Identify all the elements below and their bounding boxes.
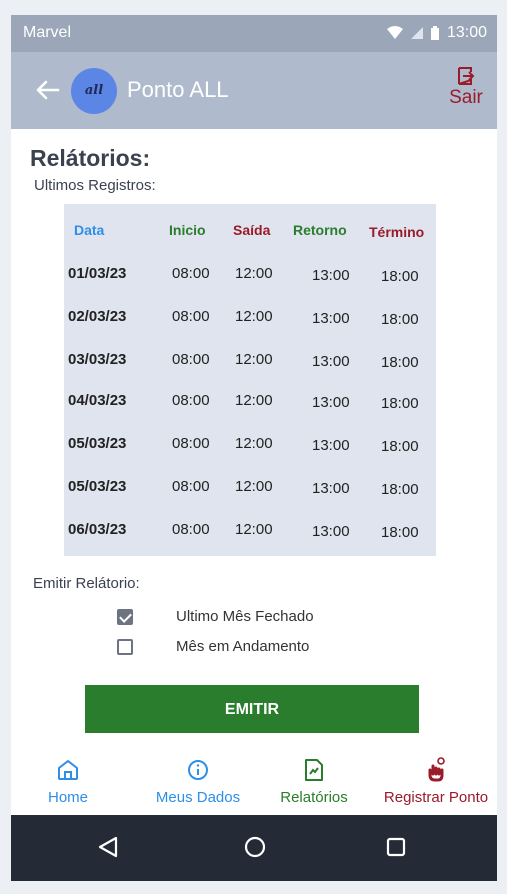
info-icon <box>188 760 208 780</box>
column-header-exit: Saída <box>233 222 271 238</box>
logout-icon <box>458 67 475 85</box>
status-icons: 13:00 <box>386 24 487 42</box>
cell-start: 08:00 <box>172 521 210 538</box>
bottom-nav: Home Meus Dados Relatórios Registrar Pon… <box>11 747 497 815</box>
carrier-label: Marvel <box>23 24 72 41</box>
page-title: Relátorios: <box>30 145 151 171</box>
cell-date: 05/03/23 <box>68 478 127 495</box>
cell-end: 18:00 <box>381 524 419 541</box>
app-logo: all <box>71 68 117 114</box>
cell-return: 13:00 <box>312 394 350 411</box>
column-header-date: Data <box>74 222 105 238</box>
cell-end: 18:00 <box>381 438 419 455</box>
column-header-return: Retorno <box>293 222 347 238</box>
report-icon <box>305 759 323 781</box>
wifi-icon <box>386 26 403 39</box>
cell-end: 18:00 <box>381 481 419 498</box>
back-arrow-icon[interactable] <box>33 75 63 105</box>
cell-exit: 12:00 <box>235 265 273 282</box>
battery-icon <box>430 26 439 40</box>
emit-button[interactable]: EMITIR <box>85 685 419 733</box>
cell-start: 08:00 <box>172 392 210 409</box>
phone-screen: Marvel 13:00 all Ponto ALL Sair Relátori… <box>11 15 497 881</box>
cell-return: 13:00 <box>312 353 350 370</box>
cell-date: 04/03/23 <box>68 392 127 409</box>
cell-date: 03/03/23 <box>68 351 127 368</box>
cell-return: 13:00 <box>312 437 350 454</box>
column-header-end: Término <box>369 224 425 240</box>
nav-home-label: Home <box>47 789 88 806</box>
nav-my-data-label: Meus Dados <box>155 789 241 806</box>
hand-touch-icon <box>428 757 445 782</box>
cell-date: 05/03/23 <box>68 435 127 452</box>
report-section-label: Emitir Relátorio: <box>33 575 140 592</box>
nav-register-punch-label: Registrar Ponto <box>383 789 489 806</box>
cell-date: 02/03/23 <box>68 308 127 325</box>
checkbox-current-month[interactable] <box>117 639 133 655</box>
cell-start: 08:00 <box>172 351 210 368</box>
cell-exit: 12:00 <box>235 392 273 409</box>
cell-date: 01/03/23 <box>68 265 127 282</box>
nav-home[interactable]: Home <box>33 757 103 806</box>
system-recents-icon[interactable] <box>385 835 407 859</box>
app-bar: all Ponto ALL Sair <box>11 52 497 129</box>
cell-exit: 12:00 <box>235 478 273 495</box>
cell-start: 08:00 <box>172 435 210 452</box>
logout-button[interactable]: Sair <box>445 66 487 109</box>
cell-exit: 12:00 <box>235 435 273 452</box>
cell-end: 18:00 <box>381 311 419 328</box>
app-title: Ponto ALL <box>127 77 229 102</box>
home-icon <box>58 760 78 780</box>
cell-return: 13:00 <box>312 310 350 327</box>
nav-reports[interactable]: Relatórios <box>268 757 360 806</box>
cell-exit: 12:00 <box>235 308 273 325</box>
checkbox-last-month[interactable] <box>117 609 133 625</box>
system-back-icon[interactable] <box>97 835 119 859</box>
column-header-start: Inicio <box>169 222 206 238</box>
cell-return: 13:00 <box>312 480 350 497</box>
logout-label: Sair <box>449 87 483 108</box>
cell-exit: 12:00 <box>235 521 273 538</box>
cell-start: 08:00 <box>172 308 210 325</box>
clock-label: 13:00 <box>446 24 487 41</box>
nav-register-punch[interactable]: Registrar Ponto <box>377 757 495 806</box>
checkbox-current-month-label: Mês em Andamento <box>176 638 310 655</box>
cell-date: 06/03/23 <box>68 521 127 538</box>
cell-return: 13:00 <box>312 523 350 540</box>
page-subtitle: Ultimos Registros: <box>34 177 156 194</box>
records-table: Data Inicio Saída Retorno Término 01/03/… <box>64 204 436 556</box>
cell-end: 18:00 <box>381 268 419 285</box>
cell-exit: 12:00 <box>235 351 273 368</box>
cell-start: 08:00 <box>172 265 210 282</box>
cell-end: 18:00 <box>381 354 419 371</box>
nav-reports-label: Relatórios <box>280 789 348 806</box>
cell-start: 08:00 <box>172 478 210 495</box>
checkbox-last-month-label: Ultimo Mês Fechado <box>176 608 314 625</box>
nav-my-data[interactable]: Meus Dados <box>148 757 248 806</box>
cell-end: 18:00 <box>381 395 419 412</box>
system-home-icon[interactable] <box>244 835 266 859</box>
status-bar: Marvel 13:00 <box>11 15 497 52</box>
system-nav-bar <box>11 815 497 881</box>
cell-return: 13:00 <box>312 267 350 284</box>
signal-icon <box>410 27 423 39</box>
